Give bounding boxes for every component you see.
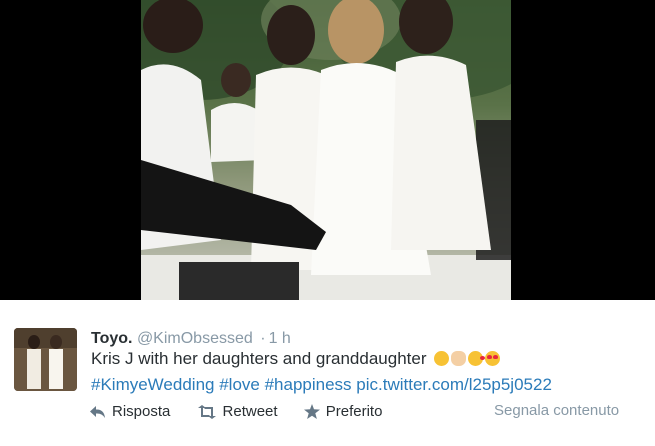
- author-name[interactable]: Toyo.: [91, 330, 132, 347]
- face-blowing-kiss-icon: [468, 351, 486, 366]
- retweet-label: Retweet: [222, 403, 278, 420]
- relieved-face-icon: [434, 351, 450, 366]
- retweet-button[interactable]: Retweet: [197, 402, 278, 422]
- hashtag-link[interactable]: #KimyeWedding: [91, 375, 214, 394]
- tweet-header: Toyo. @KimObsessed · 1 h: [91, 329, 291, 349]
- tweet-text: Kris J with her daughters and granddaugh…: [91, 349, 427, 368]
- tweet-links-line: #KimyeWedding #love #happiness pic.twitt…: [91, 374, 552, 396]
- favorite-button[interactable]: Preferito: [303, 402, 383, 422]
- tweet-photo-area: [0, 0, 655, 300]
- wedding-photo-illustration: [141, 0, 511, 300]
- avatar-image: [14, 328, 77, 391]
- tweet-photo[interactable]: [141, 0, 511, 300]
- tweet-text-line: Kris J with her daughters and granddaugh…: [91, 348, 501, 370]
- header-separator: ·: [260, 330, 266, 347]
- tweet-card: Toyo. @KimObsessed · 1 h Kris J with her …: [0, 300, 655, 446]
- report-link[interactable]: Segnala contenuto: [494, 401, 619, 421]
- ok-hand-icon: [451, 351, 467, 366]
- tweet-timestamp[interactable]: 1 h: [269, 330, 291, 347]
- hashtag-link[interactable]: #happiness: [265, 375, 352, 394]
- tweet-actions: Risposta Retweet Preferito: [90, 402, 404, 422]
- retweet-icon: [197, 405, 216, 419]
- favorite-label: Preferito: [325, 403, 383, 420]
- media-link[interactable]: pic.twitter.com/l25p5j0522: [356, 375, 552, 394]
- avatar[interactable]: [14, 328, 77, 391]
- author-handle[interactable]: @KimObsessed: [137, 330, 253, 347]
- hashtag-link[interactable]: #love: [219, 375, 260, 394]
- reply-icon: [90, 406, 105, 418]
- star-icon: [303, 404, 320, 419]
- reply-button[interactable]: Risposta: [90, 402, 170, 422]
- heart-eyes-face-icon: [485, 351, 501, 366]
- reply-label: Risposta: [112, 403, 171, 420]
